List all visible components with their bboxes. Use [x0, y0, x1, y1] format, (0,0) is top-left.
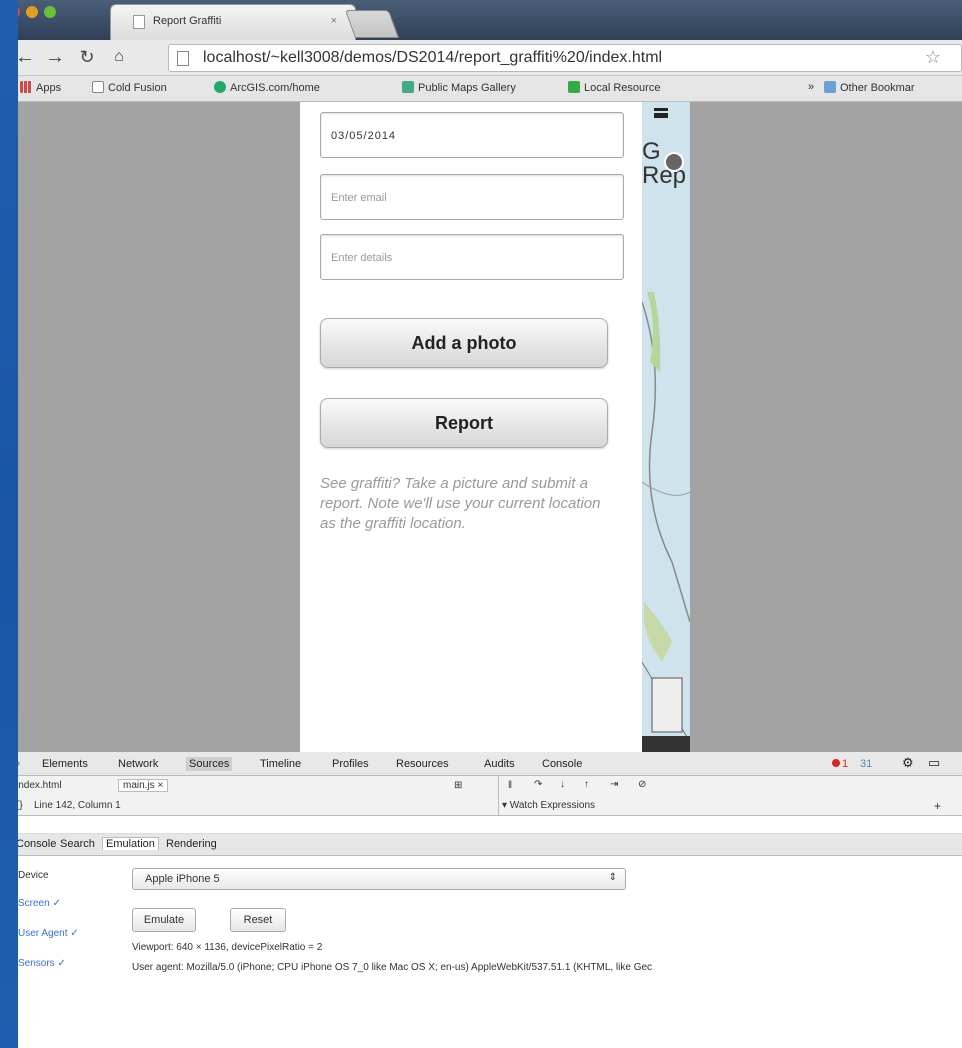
- tab-resources[interactable]: Resources: [396, 758, 449, 770]
- emulation-nav-sensors[interactable]: Sensors ✓: [18, 958, 66, 969]
- error-icon: [832, 759, 840, 767]
- file-tab-main[interactable]: main.js ×: [118, 779, 169, 792]
- page-icon: [177, 51, 189, 66]
- emulation-nav-screen[interactable]: Screen ✓: [18, 898, 61, 909]
- devtools-tab-bar: ⌕ Elements Network Sources Timeline Prof…: [18, 752, 962, 776]
- step-over-icon[interactable]: ↷: [534, 779, 542, 790]
- tab-timeline[interactable]: Timeline: [260, 758, 301, 770]
- device-select[interactable]: Apple iPhone 5 ⇕: [132, 868, 626, 890]
- drawer-tab-emulation[interactable]: Emulation: [102, 837, 159, 850]
- drawer-tab-console[interactable]: Console: [18, 838, 56, 850]
- tab-elements[interactable]: Elements: [42, 758, 88, 770]
- forward-icon[interactable]: →: [44, 46, 66, 69]
- step-out-icon[interactable]: ↑: [584, 779, 589, 790]
- reset-button[interactable]: Reset: [230, 908, 286, 932]
- bookmark-icon: [92, 81, 104, 93]
- search-icon[interactable]: ⌕: [18, 756, 21, 771]
- drawer-tab-search[interactable]: Search: [60, 838, 95, 850]
- pane-divider[interactable]: [498, 776, 499, 816]
- gear-icon[interactable]: ⚙: [902, 755, 914, 771]
- brace-icon: {}: [18, 800, 23, 811]
- apps-icon: [20, 81, 32, 93]
- sources-status-bar: {} Line 142, Column 1 ▾ Watch Expression…: [18, 798, 962, 816]
- home-icon[interactable]: ⌂: [108, 48, 130, 66]
- address-bar[interactable]: localhost/~kell3008/demos/DS2014/report_…: [168, 44, 962, 72]
- tab-sources[interactable]: Sources: [186, 757, 233, 771]
- toggle-panel-icon[interactable]: ⊞: [454, 780, 462, 791]
- emulation-nav-user-agent[interactable]: User Agent ✓: [18, 928, 79, 939]
- tab-report-graffiti[interactable]: Report Graffiti ×: [110, 4, 356, 40]
- reload-icon[interactable]: ↻: [76, 47, 98, 68]
- sources-file-tabs: index.html main.js × ⊞ ‖ ↷ ↓ ↑ ⇥ ⊘: [18, 776, 962, 798]
- emulated-viewport: 03/05/2014 Enter email Enter details Add…: [18, 102, 962, 752]
- emulate-button[interactable]: Emulate: [132, 908, 196, 932]
- folder-icon: [824, 81, 836, 93]
- menu-icon[interactable]: [654, 108, 668, 118]
- bookmark-apps[interactable]: Apps: [20, 81, 61, 94]
- step-into-icon[interactable]: ↓: [560, 779, 565, 790]
- tab-close-icon[interactable]: ×: [331, 15, 337, 27]
- title-bar: Report Graffiti ×: [18, 0, 962, 40]
- new-tab-button[interactable]: [344, 10, 400, 38]
- bookmarks-bar: Apps Cold Fusion ArcGIS.com/home Public …: [18, 76, 962, 102]
- cursor-position: Line 142, Column 1: [34, 800, 121, 811]
- browser-toolbar: ← → ↻ ⌂ localhost/~kell3008/demos/DS2014…: [18, 40, 962, 76]
- globe-icon: [214, 81, 226, 93]
- tab-network[interactable]: Network: [118, 758, 158, 770]
- back-icon[interactable]: ←: [18, 46, 36, 69]
- device-select-value: Apple iPhone 5: [145, 873, 220, 885]
- bookmark-other[interactable]: Other Bookmar: [824, 81, 915, 94]
- devtools-panel: ⌕ Elements Network Sources Timeline Prof…: [18, 752, 962, 1048]
- add-watch-button[interactable]: +: [934, 799, 941, 813]
- zoom-window-button[interactable]: [44, 6, 56, 18]
- sources-editor-area: [18, 816, 962, 834]
- tab-profiles[interactable]: Profiles: [332, 758, 369, 770]
- viewport-info: Viewport: 640 × 1136, devicePixelRatio =…: [132, 942, 323, 953]
- locate-icon[interactable]: [664, 152, 684, 172]
- user-agent-info: User agent: Mozilla/5.0 (iPhone; CPU iPh…: [132, 962, 653, 973]
- instructions-text: See graffiti? Take a picture and submit …: [320, 475, 601, 532]
- map-panel[interactable]: G Rep: [642, 102, 690, 752]
- tab-console[interactable]: Console: [542, 758, 582, 770]
- url-text: localhost/~kell3008/demos/DS2014/report_…: [203, 49, 663, 66]
- map-icon: [402, 81, 414, 93]
- file-tab-index[interactable]: index.html: [18, 780, 62, 791]
- emulation-nav-device[interactable]: Device: [18, 870, 49, 881]
- minimize-window-button[interactable]: [26, 6, 38, 18]
- date-field[interactable]: 03/05/2014: [320, 112, 624, 158]
- bookmark-icon: [568, 81, 580, 93]
- close-window-button[interactable]: [18, 6, 20, 18]
- tab-title: Report Graffiti: [153, 15, 222, 27]
- tab-audits[interactable]: Audits: [484, 758, 515, 770]
- details-field[interactable]: Enter details: [320, 234, 624, 280]
- pause-icon[interactable]: ‖: [508, 780, 512, 791]
- pause-on-exceptions-icon[interactable]: ⊘: [638, 779, 646, 790]
- drawer-tabs: Console Search Emulation Rendering: [18, 834, 962, 856]
- warning-count-badge[interactable]: 31: [860, 758, 872, 770]
- bookmarks-overflow-chevron[interactable]: »: [808, 81, 814, 93]
- bookmark-cold-fusion[interactable]: Cold Fusion: [92, 81, 167, 94]
- bookmark-local-resource[interactable]: Local Resource: [568, 81, 660, 94]
- emulation-pane: Device Screen ✓ User Agent ✓ Sensors ✓ A…: [18, 856, 962, 1048]
- app-form-panel: 03/05/2014 Enter email Enter details Add…: [300, 102, 642, 752]
- dock-icon[interactable]: ▭: [928, 755, 940, 771]
- error-count-badge[interactable]: 1: [832, 758, 848, 770]
- bookmark-arcgis[interactable]: ArcGIS.com/home: [214, 81, 320, 94]
- bookmark-star-icon[interactable]: ☆: [925, 47, 941, 68]
- email-field[interactable]: Enter email: [320, 174, 624, 220]
- page-icon: [133, 15, 145, 29]
- deactivate-breakpoints-icon[interactable]: ⇥: [610, 779, 618, 790]
- browser-window: Report Graffiti × ← → ↻ ⌂ localhost/~kel…: [18, 0, 962, 1048]
- bookmark-public-maps[interactable]: Public Maps Gallery: [402, 81, 516, 94]
- drawer-tab-rendering[interactable]: Rendering: [166, 838, 217, 850]
- add-photo-button[interactable]: Add a photo: [320, 318, 608, 368]
- report-button[interactable]: Report: [320, 398, 608, 448]
- map-background: [642, 292, 690, 752]
- watch-expressions-header[interactable]: ▾ Watch Expressions: [502, 800, 595, 811]
- select-arrows-icon: ⇕: [608, 872, 617, 883]
